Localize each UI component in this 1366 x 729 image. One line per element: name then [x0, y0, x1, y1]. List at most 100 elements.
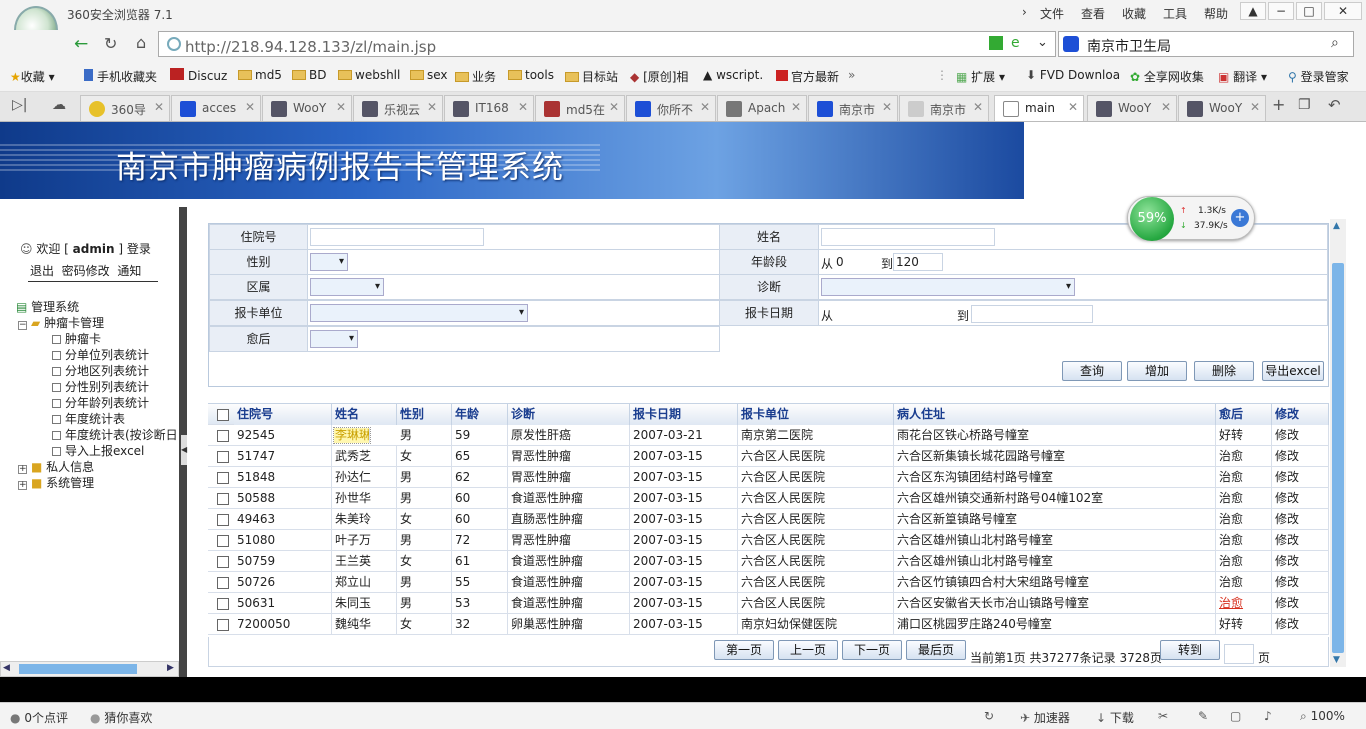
tree-item-annual-by-diagnosis[interactable]: 年度统计表(按诊断日	[52, 426, 180, 443]
gender-select[interactable]	[310, 253, 348, 271]
tab-main-active[interactable]: main ✕	[994, 95, 1084, 121]
close-button[interactable]: ✕	[1324, 2, 1362, 20]
tree-group-private[interactable]: + ■ 私人信息	[18, 458, 94, 475]
row-checkbox[interactable]	[217, 577, 229, 589]
expand-icon[interactable]: +	[18, 465, 27, 474]
tab-close-icon[interactable]: ✕	[427, 100, 437, 114]
hospital-no-input[interactable]	[310, 228, 484, 246]
change-password-link[interactable]: 密码修改	[62, 264, 110, 278]
tab-close-icon[interactable]: ✕	[973, 100, 983, 114]
login-manager-button[interactable]: ⚲ 登录管家	[1288, 68, 1349, 85]
first-page-button[interactable]: 第一页	[714, 640, 774, 660]
refresh-icon[interactable]: ↻	[104, 34, 117, 53]
tab-close-icon[interactable]: ✕	[245, 100, 255, 114]
bookmark-more-icon[interactable]: »	[848, 68, 855, 82]
tab-8[interactable]: Apach ✕	[717, 95, 807, 121]
fvd-download-button[interactable]: ⬇ FVD Downloa	[1026, 68, 1120, 82]
district-select[interactable]	[310, 278, 384, 296]
compat-icon[interactable]: e	[1011, 35, 1020, 51]
header-report-unit[interactable]: 报卡单位	[738, 404, 894, 425]
tree-item-by-unit[interactable]: 分单位列表统计	[52, 346, 149, 363]
scroll-left-icon[interactable]: ◀	[3, 663, 10, 673]
tab-6[interactable]: md5在 ✕	[535, 95, 625, 121]
tab-list-icon[interactable]: ❐	[1298, 97, 1311, 113]
bookmark-md5[interactable]: md5	[238, 68, 282, 82]
bookmark-wscript[interactable]: ▲ wscript.	[703, 68, 763, 82]
add-button[interactable]: 增加	[1127, 361, 1187, 381]
scrollbar-thumb[interactable]	[19, 664, 137, 674]
tab-2[interactable]: acces ✕	[171, 95, 261, 121]
row-checkbox[interactable]	[217, 598, 229, 610]
table-row[interactable]: 50726 郑立山男 55 食道恶性肿瘤 2007-03-15 六合区人民医院 六合区竹镇镇…	[208, 572, 1329, 593]
outcome-select[interactable]	[310, 330, 358, 348]
menu-tools[interactable]: 工具	[1163, 5, 1187, 22]
tree-item-annual[interactable]: 年度统计表	[52, 410, 125, 427]
address-bar[interactable]: http://218.94.128.133/zl/main.jsp e ⌄	[158, 31, 1056, 57]
diagnosis-select[interactable]	[821, 278, 1075, 296]
zoom-button[interactable]: ⌕ 100%	[1300, 709, 1345, 724]
expand-icon[interactable]: +	[18, 481, 27, 490]
recommend-button[interactable]: ● 猜你喜欢	[90, 709, 152, 726]
tab-close-icon[interactable]: ✕	[1250, 100, 1260, 114]
row-checkbox[interactable]	[217, 493, 229, 505]
tab-close-icon[interactable]: ✕	[700, 100, 710, 114]
tab-close-icon[interactable]: ✕	[882, 100, 892, 114]
address-dropdown-icon[interactable]: ⌄	[1037, 35, 1048, 50]
delete-button[interactable]: 删除	[1194, 361, 1254, 381]
extensions-button[interactable]: ▦ 扩展 ▾	[956, 68, 1005, 85]
export-excel-button[interactable]: 导出excel	[1262, 361, 1324, 381]
tab-close-icon[interactable]: ✕	[609, 100, 619, 114]
row-checkbox[interactable]	[217, 619, 229, 631]
skin-icon[interactable]: ▲	[1240, 2, 1266, 20]
tab-close-icon[interactable]: ✕	[154, 100, 164, 114]
last-page-button[interactable]: 最后页	[906, 640, 966, 660]
header-gender[interactable]: 性别	[397, 404, 452, 425]
cell-edit[interactable]: 修改	[1272, 572, 1329, 593]
menu-favorites[interactable]: 收藏	[1122, 5, 1146, 22]
downloads-button[interactable]: ↓ 下载	[1096, 709, 1134, 726]
tab-close-icon[interactable]: ✕	[1068, 100, 1078, 114]
menu-file[interactable]: 文件	[1040, 5, 1064, 22]
tab-9[interactable]: 南京市 ✕	[808, 95, 898, 121]
row-checkbox[interactable]	[217, 535, 229, 547]
new-tab-icon[interactable]: +	[1272, 95, 1285, 114]
table-row[interactable]: 50759 王兰英女 61 食道恶性肿瘤 2007-03-15 六合区人民医院 六合区雄州镇…	[208, 551, 1329, 572]
comments-button[interactable]: ● 0个点评	[10, 709, 68, 726]
cell-edit[interactable]: 修改	[1272, 593, 1329, 614]
tab-close-icon[interactable]: ✕	[791, 100, 801, 114]
tab-4[interactable]: 乐视云 ✕	[353, 95, 443, 121]
menu-arrow-icon[interactable]: ›	[1022, 5, 1027, 19]
address-url[interactable]: http://218.94.128.133/zl/main.jsp	[185, 38, 436, 56]
undo-close-icon[interactable]: ↶	[1328, 96, 1341, 114]
memory-percent[interactable]: 59%	[1130, 197, 1174, 241]
table-row[interactable]: 49463 朱美玲女 60 直肠恶性肿瘤 2007-03-15 六合区人民医院 六合区新篁镇…	[208, 509, 1329, 530]
row-checkbox[interactable]	[217, 556, 229, 568]
search-box[interactable]: 南京市卫生局 ⌕	[1058, 31, 1354, 57]
tab-3[interactable]: WooY ✕	[262, 95, 352, 121]
cell-outcome[interactable]: 治愈	[1216, 593, 1272, 614]
refresh-status-icon[interactable]: ↻	[984, 709, 994, 723]
prev-page-button[interactable]: 上一页	[778, 640, 838, 660]
menu-view[interactable]: 查看	[1081, 5, 1105, 22]
name-input[interactable]	[821, 228, 995, 246]
maximize-button[interactable]: □	[1296, 2, 1322, 20]
row-checkbox[interactable]	[217, 472, 229, 484]
bookmark-target[interactable]: 目标站	[565, 68, 618, 85]
bookmark-original[interactable]: ◆ [原创]相	[630, 68, 688, 85]
cell-edit[interactable]: 修改	[1272, 509, 1329, 530]
tree-group-system[interactable]: + ■ 系统管理	[18, 474, 94, 491]
logout-link[interactable]: 退出	[30, 264, 54, 278]
next-page-button[interactable]: 下一页	[842, 640, 902, 660]
tab-7[interactable]: 你所不 ✕	[626, 95, 716, 121]
table-row[interactable]: 7200050 魏纯华女 32 卵巢恶性肿瘤 2007-03-15 南京妇幼保健医院 浦口区…	[208, 614, 1329, 635]
bookmark-sex[interactable]: sex	[410, 68, 448, 82]
sidebar-toggle-icon[interactable]: ▷|	[12, 97, 27, 113]
page-number-input[interactable]	[1224, 644, 1254, 664]
bookmark-favorites[interactable]: ★收藏 ▾	[10, 68, 55, 85]
table-row[interactable]: 51747 武秀芝女 65 胃恶性肿瘤 2007-03-15 六合区人民医院 六合区新集镇长…	[208, 446, 1329, 467]
bookmark-latest[interactable]: 官方最新	[776, 68, 839, 85]
header-edit[interactable]: 修改	[1272, 404, 1329, 425]
tab-close-icon[interactable]: ✕	[336, 100, 346, 114]
cloud-icon[interactable]: ☁	[52, 97, 66, 113]
header-name[interactable]: 姓名	[332, 404, 397, 425]
